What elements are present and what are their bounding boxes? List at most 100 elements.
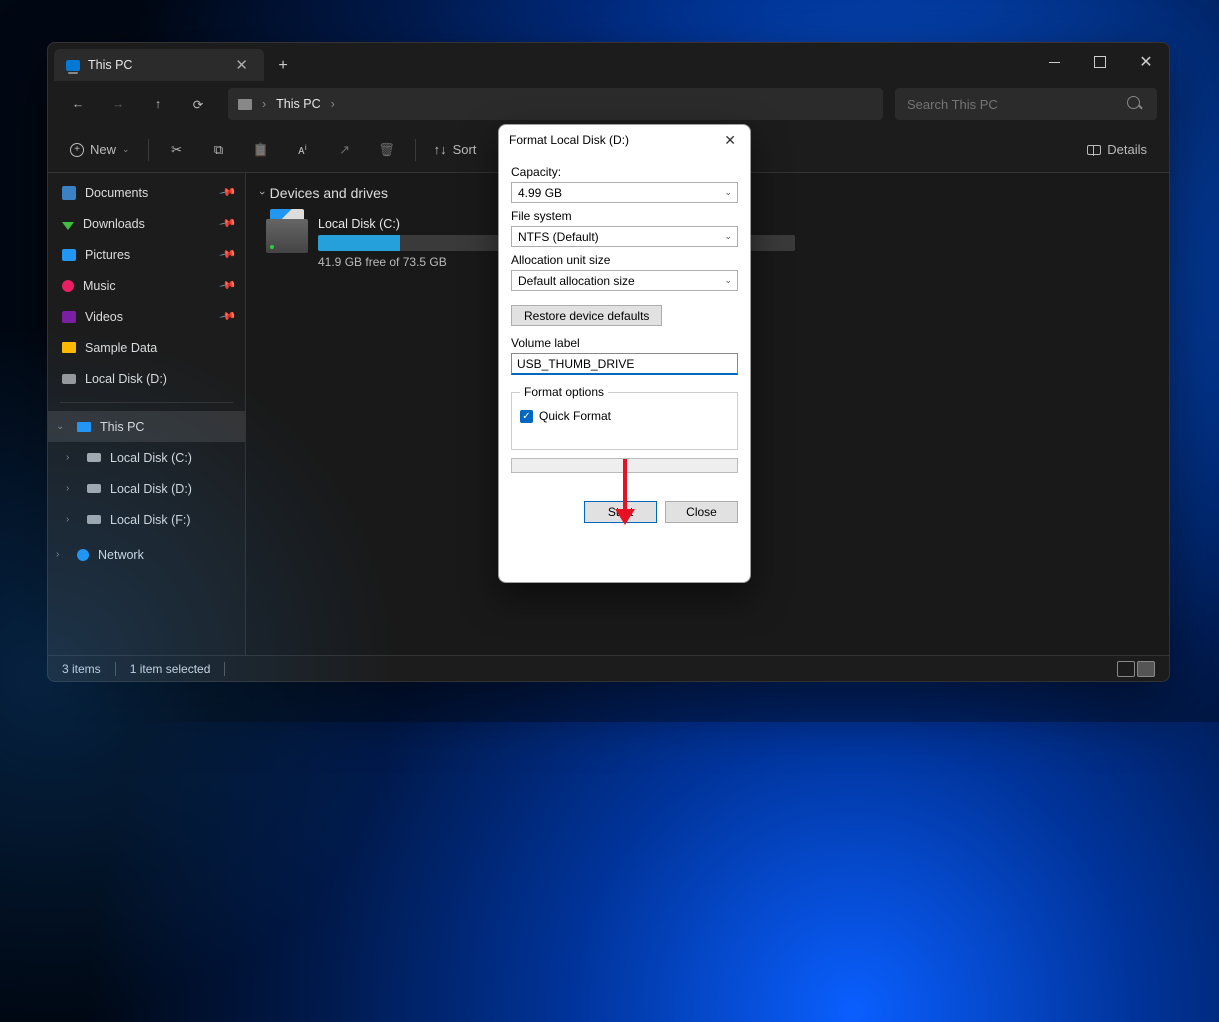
folder-icon xyxy=(62,342,76,353)
chevron-right-icon[interactable]: › xyxy=(66,514,78,525)
close-button[interactable]: Close xyxy=(665,501,738,523)
share-button[interactable]: ↗ xyxy=(327,135,363,165)
item-count: 3 items xyxy=(62,662,101,676)
monitor-icon xyxy=(238,99,252,110)
forward-button[interactable]: → xyxy=(100,88,136,120)
scissors-icon: ✂ xyxy=(171,142,182,158)
address-bar[interactable]: › This PC › xyxy=(228,88,883,120)
chevron-down-icon: ⌄ xyxy=(724,231,732,242)
pin-icon: 📌 xyxy=(219,276,238,295)
chevron-right-icon[interactable]: › xyxy=(66,452,78,463)
cut-button[interactable]: ✂ xyxy=(159,135,195,165)
copy-button[interactable]: ⧉ xyxy=(201,135,237,165)
divider xyxy=(224,662,225,676)
dialog-titlebar[interactable]: Format Local Disk (D:) ✕ xyxy=(499,125,750,155)
new-button[interactable]: + New ⌄ xyxy=(62,135,138,165)
chevron-right-icon: › xyxy=(331,97,335,111)
capacity-bar xyxy=(318,235,509,251)
sidebar-item-local-disk-d[interactable]: Local Disk (D:) xyxy=(48,363,245,394)
sidebar-item-label: This PC xyxy=(100,420,144,434)
allocation-select[interactable]: Default allocation size ⌄ xyxy=(511,270,738,291)
sidebar-item-label: Downloads xyxy=(83,217,145,231)
plus-circle-icon: + xyxy=(70,143,84,157)
capacity-select[interactable]: 4.99 GB⌄ xyxy=(511,182,738,203)
clipboard-icon: 📋 xyxy=(252,142,268,158)
drive-icon xyxy=(266,219,308,253)
divider xyxy=(415,139,416,161)
drive-name: Local Disk (C:) xyxy=(318,217,509,231)
back-button[interactable]: ← xyxy=(60,88,96,120)
up-button[interactable]: ↑ xyxy=(140,88,176,120)
tab-label: This PC xyxy=(88,58,132,72)
details-button[interactable]: Details xyxy=(1079,135,1155,165)
sidebar: Documents📌 Downloads📌 Pictures📌 Music📌 V… xyxy=(48,173,246,655)
nav-bar: ← → ↑ ⟳ › This PC › xyxy=(48,81,1169,127)
this-pc-icon xyxy=(77,422,91,432)
rename-button[interactable]: ᴀⁱ xyxy=(285,135,321,165)
search-input[interactable] xyxy=(907,97,1119,112)
allocation-value: Default allocation size xyxy=(518,274,635,288)
paste-button[interactable]: 📋 xyxy=(243,135,279,165)
document-icon xyxy=(62,186,76,200)
maximize-button[interactable] xyxy=(1077,43,1123,81)
divider xyxy=(148,139,149,161)
thumbnails-view-button[interactable] xyxy=(1137,661,1155,677)
sidebar-item-pictures[interactable]: Pictures📌 xyxy=(48,239,245,270)
sidebar-item-drive-c[interactable]: ›Local Disk (C:) xyxy=(48,442,245,473)
sidebar-item-sample-data[interactable]: Sample Data xyxy=(48,332,245,363)
close-icon[interactable]: ✕ xyxy=(720,130,740,151)
divider xyxy=(60,402,233,403)
pin-icon: 📌 xyxy=(219,183,238,202)
capacity-label: Capacity: xyxy=(511,165,738,179)
sidebar-item-this-pc[interactable]: ⌄ This PC xyxy=(48,411,245,442)
disk-icon xyxy=(87,453,101,462)
status-bar: 3 items 1 item selected xyxy=(48,655,1169,681)
chevron-down-icon: ⌄ xyxy=(724,187,732,198)
chevron-right-icon[interactable]: › xyxy=(66,483,78,494)
tab-strip: This PC ✕ + ✕ xyxy=(48,43,1169,81)
sidebar-item-drive-d[interactable]: ›Local Disk (D:) xyxy=(48,473,245,504)
sidebar-item-label: Videos xyxy=(85,310,123,324)
sidebar-item-documents[interactable]: Documents📌 xyxy=(48,177,245,208)
restore-defaults-button[interactable]: Restore device defaults xyxy=(511,305,662,326)
filesystem-label: File system xyxy=(511,209,738,223)
chevron-down-icon: ⌄ xyxy=(724,275,732,286)
details-view-button[interactable] xyxy=(1117,661,1135,677)
search-box[interactable] xyxy=(895,88,1157,120)
search-icon xyxy=(1127,96,1145,112)
tab-this-pc[interactable]: This PC ✕ xyxy=(54,49,264,81)
capacity-fill xyxy=(318,235,400,251)
details-pane-icon xyxy=(1087,145,1101,155)
tab-close-icon[interactable]: ✕ xyxy=(231,54,252,76)
format-dialog: Format Local Disk (D:) ✕ Capacity: 4.99 … xyxy=(498,124,751,583)
copy-icon: ⧉ xyxy=(214,142,223,158)
address-segment[interactable]: This PC xyxy=(276,97,320,111)
volume-label-input[interactable] xyxy=(511,353,738,375)
refresh-button[interactable]: ⟳ xyxy=(180,88,216,120)
pictures-icon xyxy=(62,249,76,261)
new-tab-button[interactable]: + xyxy=(268,51,298,81)
sidebar-item-label: Pictures xyxy=(85,248,130,262)
chevron-down-icon[interactable]: ⌄ xyxy=(56,421,68,432)
group-label: Devices and drives xyxy=(270,185,388,201)
sidebar-item-music[interactable]: Music📌 xyxy=(48,270,245,301)
quick-format-checkbox[interactable]: ✓ Quick Format xyxy=(520,409,729,423)
pin-icon: 📌 xyxy=(219,214,238,233)
sort-button[interactable]: ↑↓ Sort xyxy=(426,135,485,165)
delete-button[interactable]: 🗑 xyxy=(369,135,405,165)
chevron-right-icon[interactable]: › xyxy=(56,549,68,560)
window-controls: ✕ xyxy=(1031,43,1169,81)
format-options-group: Format options ✓ Quick Format xyxy=(511,385,738,450)
sidebar-item-network[interactable]: ›Network xyxy=(48,539,245,570)
close-window-button[interactable]: ✕ xyxy=(1123,43,1169,81)
minimize-button[interactable] xyxy=(1031,43,1077,81)
filesystem-select[interactable]: NTFS (Default)⌄ xyxy=(511,226,738,247)
sidebar-item-label: Local Disk (F:) xyxy=(110,513,191,527)
sidebar-item-downloads[interactable]: Downloads 📌 xyxy=(48,208,245,239)
drive-c[interactable]: Local Disk (C:) 41.9 GB free of 73.5 GB xyxy=(260,211,515,275)
sidebar-item-drive-f[interactable]: › Local Disk (F:) xyxy=(48,504,245,535)
start-button[interactable]: Start xyxy=(584,501,657,523)
sort-label: Sort xyxy=(453,142,477,157)
sidebar-item-videos[interactable]: Videos📌 xyxy=(48,301,245,332)
share-icon: ↗ xyxy=(339,142,350,158)
